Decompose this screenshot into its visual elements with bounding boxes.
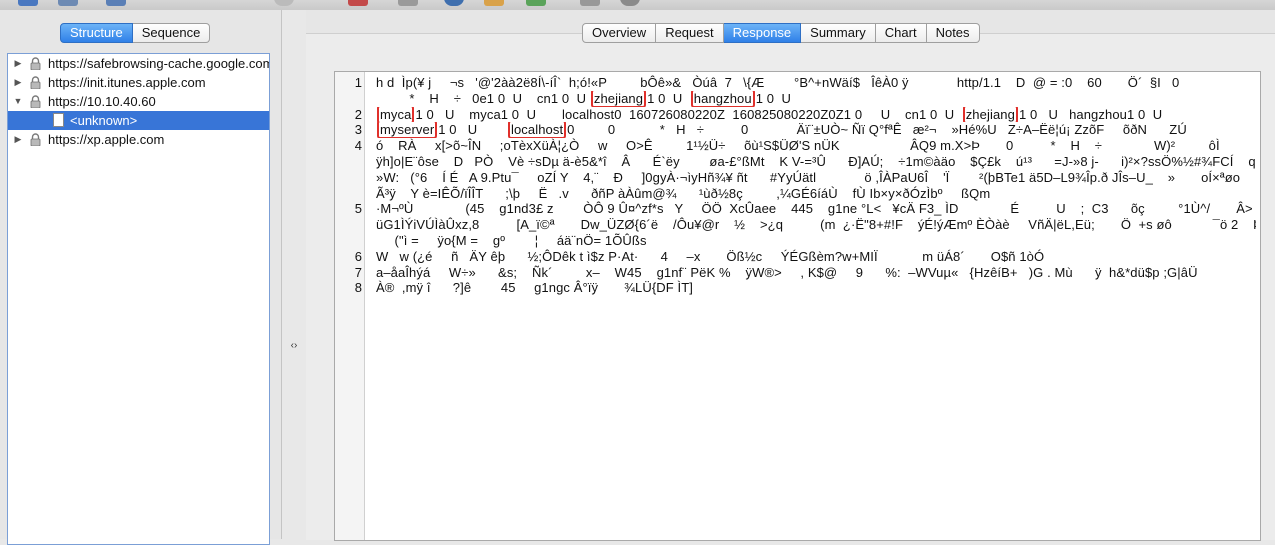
- response-text: 1 0 U: [647, 90, 690, 106]
- response-text: À® ,mÿ î ?]ê 45 g1ngc Â°ïÿ ¾LÜ{DF ÌT]: [376, 280, 693, 296]
- toolbar-list-icon[interactable]: [58, 0, 78, 6]
- tree-item-safebrowsing[interactable]: ▶ https://safebrowsing-cache.google.com: [8, 54, 269, 73]
- highlighted-text: localhost: [507, 122, 567, 139]
- host-tree[interactable]: ▶ https://safebrowsing-cache.google.com …: [7, 53, 270, 545]
- tree-item-itunes[interactable]: ▶ https://init.itunes.apple.com: [8, 73, 269, 92]
- right-pane: Overview Request Response Summary Chart …: [306, 10, 1275, 541]
- response-text: 1 0 U: [755, 90, 792, 106]
- expand-triangle-icon[interactable]: ▶: [12, 54, 24, 73]
- line-number: 4: [354, 138, 362, 154]
- response-line: ·M¬ºÙ (45 g1nd3£ z ÒÔ 9 Û¤^zf*s Y ÖÖ XcÛ…: [376, 201, 1256, 217]
- pane-splitter[interactable]: ‹›: [282, 10, 306, 539]
- response-text: »W: (°6 Í É A 9.Ptu¯ oZÍ Y 4,¨ Ð ]0gyÀ·¬…: [376, 169, 1256, 185]
- tree-item-label: https://safebrowsing-cache.google.com: [48, 56, 270, 71]
- detail-tabs: Overview Request Response Summary Chart …: [582, 23, 980, 43]
- tree-item-label: <unknown>: [70, 113, 138, 128]
- highlighted-text: myserver: [377, 122, 438, 139]
- response-line: myca 1 0 U myca1 0 U localhost0 160726080…: [376, 106, 1256, 123]
- lock-icon: [30, 57, 41, 70]
- line-number: 8: [354, 280, 362, 296]
- toolbar-record-icon[interactable]: [274, 0, 294, 6]
- response-text: h d Ìp(¥ j ¬s '@'2àà2ë8Í\-íÎ` h;ó!«P bÔê…: [376, 75, 1180, 90]
- response-text: 0 0 * H ÷ 0 Äï¨±UÒ~ Ñï Q°fªÊ æ²¬ »Hé%U Z…: [567, 122, 1187, 138]
- structure-tab[interactable]: Structure: [60, 23, 133, 43]
- response-text: ÿh]o|E¨ôse D PÒ Vè ÷sDµ ä-è5&*î Â É`ëy ø…: [376, 153, 1256, 169]
- tree-item-label: https://xp.apple.com: [48, 132, 165, 147]
- response-text: * H ÷ 0e1 0 U cn1 0 U: [376, 90, 590, 106]
- tab-overview[interactable]: Overview: [582, 23, 657, 43]
- lock-icon: [30, 76, 41, 89]
- response-text: 1 0 U: [438, 122, 507, 138]
- highlighted-text: zhejiang: [590, 90, 647, 107]
- tab-notes[interactable]: Notes: [926, 23, 980, 43]
- highlighted-text: hangzhou: [690, 90, 755, 107]
- toolbar-grid-icon[interactable]: [106, 0, 126, 6]
- toolbar-globe-icon[interactable]: [444, 0, 464, 6]
- response-text: a–åaÎhýá W÷» &s; Ñk´ x– W45 g1nf¨ PëK % …: [376, 264, 1198, 280]
- response-text: ó RÀ x[>õ~ÎN ;oTèxXüÀ¦¿Ò w O>Ê 1¹½Ü÷ õù¹…: [376, 138, 1220, 154]
- tree-item-label: https://init.itunes.apple.com: [48, 75, 206, 90]
- lock-icon: [30, 133, 41, 146]
- response-line: W w (¿é ñ ÄY êþ ½;ÔDêk t ì$z P·At· 4 –x …: [376, 249, 1256, 265]
- response-line: ("ì = ÿo{M = gº ¦ áä¨nÖ= 1ÕÛßs: [376, 233, 1256, 249]
- response-line: h d Ìp(¥ j ¬s '@'2àà2ë8Í\-íÎ` h;ó!«P bÔê…: [376, 75, 1256, 91]
- response-line: * H ÷ 0e1 0 U cn1 0 U zhejiang 1 0 U hang…: [376, 90, 1256, 107]
- expand-triangle-icon[interactable]: ▶: [12, 130, 24, 149]
- tab-request[interactable]: Request: [656, 23, 724, 43]
- response-text: 1 0 U hangzhou1 0 U: [1018, 106, 1163, 122]
- lock-icon: [30, 95, 41, 108]
- tree-item-label: https://10.10.40.60: [48, 94, 156, 109]
- highlighted-text: zhejiang: [962, 106, 1018, 123]
- highlighted-text: myca: [377, 106, 415, 123]
- toolbar-pencil-icon[interactable]: [484, 0, 504, 6]
- line-number: 7: [354, 264, 362, 280]
- splitter-grip-icon[interactable]: ‹›: [289, 340, 299, 351]
- line-number: 5: [354, 201, 362, 217]
- line-number: 6: [354, 248, 362, 264]
- response-line: »W: (°6 Í É A 9.Ptu¯ oZÍ Y 4,¨ Ð ]0gyÀ·¬…: [376, 170, 1256, 186]
- response-body[interactable]: h d Ìp(¥ j ¬s '@'2àà2ë8Í\-íÎ` h;ó!«P bÔê…: [376, 75, 1256, 296]
- toolbar-gear-icon[interactable]: [620, 0, 640, 6]
- response-text: Ã³ÿ Y è=IÊÕ/ïÎÎT ;\þ Ë .v ðñP àÀûm@¾ ¹ùð…: [376, 185, 991, 201]
- tree-item-10-10-40-60[interactable]: ▼ https://10.10.40.60: [8, 92, 269, 111]
- response-text: üG1ÌÝiVÚÌàÛxz,8 [A_ï©ª Dw_ÜZØ{6´ë /Ôu¥@r…: [376, 217, 1256, 233]
- response-line: myserver 1 0 U localhost 0 0 * H ÷ 0 Äï¨±U…: [376, 122, 1256, 139]
- response-line: üG1ÌÝiVÚÌàÛxz,8 [A_ï©ª Dw_ÜZØ{6´ë /Ôu¥@r…: [376, 217, 1256, 233]
- toolbar-scissors-icon[interactable]: [580, 0, 600, 6]
- document-icon: [53, 113, 64, 127]
- line-number: 1: [354, 75, 362, 90]
- response-text: W w (¿é ñ ÄY êþ ½;ÔDêk t ì$z P·At· 4 –x …: [376, 248, 1045, 264]
- response-text: 1 0 U myca1 0 U localhost0 160726080220Z…: [415, 106, 962, 122]
- response-line: a–åaÎhýá W÷» &s; Ñk´ x– W45 g1nf¨ PëK % …: [376, 265, 1256, 281]
- response-line: ÿh]o|E¨ôse D PÒ Vè ÷sDµ ä-è5&*î Â É`ëy ø…: [376, 154, 1256, 170]
- toolbar-stop-icon[interactable]: [348, 0, 368, 6]
- view-switcher: Structure Sequence: [60, 23, 211, 43]
- response-line: À® ,mÿ î ?]ê 45 g1ngc Â°ïÿ ¾LÜ{DF ÌT]: [376, 280, 1256, 296]
- tab-chart[interactable]: Chart: [875, 23, 927, 43]
- line-number-gutter: 1 234 5 678: [335, 72, 365, 540]
- toolbar-edit-icon[interactable]: [398, 0, 418, 6]
- expand-triangle-icon[interactable]: ▶: [12, 73, 24, 92]
- line-number: 2: [354, 106, 362, 122]
- tab-response[interactable]: Response: [723, 23, 802, 43]
- sequence-tab[interactable]: Sequence: [132, 23, 211, 43]
- left-pane: Structure Sequence ▶ https://safebrowsin…: [0, 10, 282, 545]
- toolbar-window-icon[interactable]: [18, 0, 38, 6]
- response-text: ("ì = ÿo{M = gº ¦ áä¨nÖ= 1ÕÛßs: [376, 232, 647, 248]
- response-line: Ã³ÿ Y è=IÊÕ/ïÎÎT ;\þ Ë .v ðñP àÀûm@¾ ¹ùð…: [376, 186, 1256, 202]
- response-text: ·M¬ºÙ (45 g1nd3£ z ÒÔ 9 Û¤^zf*s Y ÖÖ XcÛ…: [376, 201, 1256, 217]
- tab-summary[interactable]: Summary: [801, 23, 876, 43]
- response-text-view[interactable]: 1 234 5 678 h d Ìp(¥ j ¬s '@'2àà2ë8Í\-íÎ` h…: [334, 71, 1261, 541]
- line-number: 3: [354, 122, 362, 138]
- collapse-triangle-icon[interactable]: ▼: [12, 92, 24, 111]
- response-line: ó RÀ x[>õ~ÎN ;oTèxXüÀ¦¿Ò w O>Ê 1¹½Ü÷ õù¹…: [376, 138, 1256, 154]
- tree-item-unknown[interactable]: <unknown>: [8, 111, 269, 130]
- tree-item-xp-apple[interactable]: ▶ https://xp.apple.com: [8, 130, 269, 149]
- toolbar-check-icon[interactable]: [526, 0, 546, 6]
